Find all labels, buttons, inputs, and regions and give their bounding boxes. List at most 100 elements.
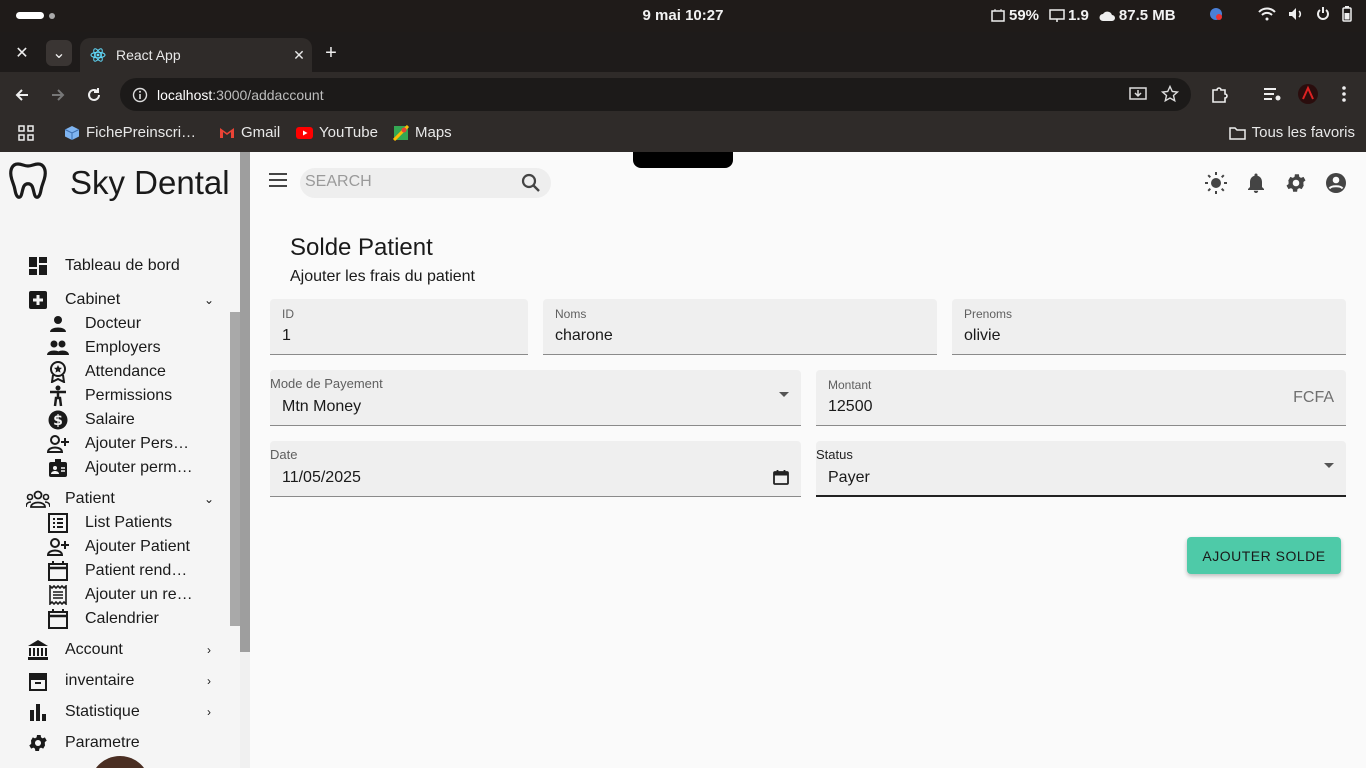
cube-icon <box>64 125 80 140</box>
sidebar-item-cabinet[interactable]: Cabinet ⌄ <box>26 288 236 312</box>
bookmark-gmail[interactable]: Gmail <box>219 124 280 141</box>
sidebar-item-salaire[interactable]: $ Salaire <box>46 408 196 432</box>
field-value: 1 <box>282 327 291 344</box>
id-badge-icon <box>46 456 70 480</box>
sidebar-item-label: Account <box>65 641 123 658</box>
menu-icon[interactable] <box>268 172 288 193</box>
site-info-icon[interactable] <box>132 87 148 103</box>
list-icon <box>46 511 70 535</box>
url-text[interactable]: localhost:3000/addaccount <box>157 87 324 103</box>
battery-icon[interactable] <box>1342 6 1352 22</box>
forward-icon[interactable] <box>45 82 71 108</box>
accessibility-icon <box>46 384 70 408</box>
cpu-value: 59% <box>1009 7 1040 24</box>
power-icon[interactable] <box>1316 6 1330 22</box>
sidebar-item-ajouter-personnel[interactable]: Ajouter Pers… <box>46 432 196 456</box>
field-value: Payer <box>828 469 870 486</box>
chevron-down-icon: ⌄ <box>203 492 215 506</box>
calendar-picker-icon[interactable] <box>773 469 789 485</box>
brand-name: Sky Dental <box>70 164 230 201</box>
sidebar-item-patient-rendez-vous[interactable]: Patient rend… <box>46 559 196 583</box>
os-status-bar: 9 mai 10:27 59% 1.9 87.5 MB <box>0 0 1366 32</box>
montant-field[interactable]: Montant 12500 FCFA <box>816 370 1346 426</box>
new-tab-icon[interactable]: + <box>318 40 344 66</box>
system-monitor[interactable]: 59% 1.9 87.5 MB <box>990 7 1176 24</box>
bar-chart-icon <box>26 700 50 724</box>
reload-icon[interactable] <box>81 82 107 108</box>
prenoms-field[interactable]: Prenoms olivie <box>952 299 1346 355</box>
media-control-icon[interactable] <box>1262 84 1282 104</box>
close-window-icon[interactable]: ✕ <box>9 40 35 66</box>
sidebar-item-label: Patient rend… <box>85 562 188 579</box>
volume-icon[interactable] <box>1288 7 1304 21</box>
extensions-icon[interactable] <box>1209 84 1229 104</box>
address-bar[interactable]: localhost:3000/addaccount <box>120 78 1191 111</box>
settings-icon[interactable] <box>1284 171 1308 195</box>
sidebar-item-patient[interactable]: Patient ⌄ <box>26 487 236 511</box>
sidebar-item-statistique[interactable]: Statistique › <box>26 700 236 724</box>
close-tab-icon[interactable]: ✕ <box>286 47 312 64</box>
svg-text:$: $ <box>53 413 63 429</box>
person-add-icon <box>46 535 70 559</box>
sidebar-item-employers[interactable]: Employers <box>46 336 196 360</box>
sidebar-item-label: Ajouter Pers… <box>85 435 190 452</box>
groups-icon <box>26 487 50 511</box>
browser-menu-icon[interactable] <box>1335 84 1353 104</box>
tab-react-app[interactable]: React App ✕ <box>80 38 312 72</box>
tab-search-icon[interactable]: ⌄ <box>46 40 72 66</box>
sidebar-item-account[interactable]: Account › <box>26 638 236 662</box>
url-path: :3000/addaccount <box>212 87 324 103</box>
search-input[interactable] <box>305 173 505 191</box>
chevron-right-icon: › <box>207 643 211 657</box>
bookmark-star-icon[interactable] <box>1161 85 1179 103</box>
install-app-icon[interactable] <box>1129 85 1147 103</box>
account-circle-icon[interactable] <box>1324 171 1348 195</box>
sidebar-item-permissions[interactable]: Permissions <box>46 384 196 408</box>
person-add-icon <box>46 432 70 456</box>
sidebar-item-label: Employers <box>85 339 161 356</box>
notification-app-icon[interactable] <box>1208 6 1224 22</box>
field-value: 12500 <box>828 398 873 415</box>
sidebar-item-docteur[interactable]: Docteur <box>46 312 196 336</box>
currency-suffix: FCFA <box>1293 389 1334 406</box>
sidebar-item-label: Parametre <box>65 734 140 751</box>
all-bookmarks[interactable]: Tous les favoris <box>1228 124 1355 141</box>
sidebar-item-list-patients[interactable]: List Patients <box>46 511 196 535</box>
sidebar: Sky Dental Tableau de bord Cabinet ⌄ Doc… <box>0 152 240 768</box>
mode-payement-select[interactable]: Mode de Payement Mtn Money <box>270 370 801 426</box>
dropdown-arrow-icon <box>1324 463 1334 468</box>
brand-logo[interactable] <box>8 160 48 200</box>
id-field[interactable]: ID 1 <box>270 299 528 355</box>
badge-icon <box>46 360 70 384</box>
status-select[interactable]: Status Payer <box>816 441 1346 497</box>
money-icon: $ <box>46 408 70 432</box>
bookmark-youtube[interactable]: YouTube <box>296 124 378 141</box>
sidebar-item-calendrier[interactable]: Calendrier <box>46 607 196 631</box>
user-avatar[interactable] <box>90 756 150 768</box>
chevron-right-icon: › <box>207 705 211 719</box>
ajouter-solde-button[interactable]: AJOUTER SOLDE <box>1187 537 1341 574</box>
wifi-icon[interactable] <box>1258 7 1276 21</box>
sidebar-scrollbar-thumb[interactable] <box>230 312 240 626</box>
search-icon[interactable] <box>521 173 541 193</box>
profile-avatar[interactable] <box>1297 83 1319 105</box>
bookmark-fiche[interactable]: FichePreinscri… <box>64 124 196 141</box>
sidebar-item-parametre[interactable]: Parametre <box>26 731 236 755</box>
sidebar-item-dashboard[interactable]: Tableau de bord <box>26 254 236 278</box>
main-scrollbar-thumb[interactable] <box>240 152 250 652</box>
sidebar-item-ajouter-patient[interactable]: Ajouter Patient <box>46 535 196 559</box>
light-mode-icon[interactable] <box>1204 171 1228 195</box>
apps-grid-icon[interactable] <box>18 125 34 141</box>
archive-icon <box>26 669 50 693</box>
date-field[interactable]: Date 11/05/2025 <box>270 441 801 497</box>
bookmark-label: Maps <box>415 124 452 141</box>
sidebar-item-ajouter-rendez-vous[interactable]: Ajouter un re… <box>46 583 196 607</box>
bookmark-maps[interactable]: Maps <box>393 124 452 141</box>
gear-icon <box>26 731 50 755</box>
sidebar-item-inventaire[interactable]: inventaire › <box>26 669 236 693</box>
sidebar-item-ajouter-permission[interactable]: Ajouter perm… <box>46 456 196 480</box>
notifications-icon[interactable] <box>1244 171 1268 195</box>
sidebar-item-attendance[interactable]: Attendance <box>46 360 196 384</box>
noms-field[interactable]: Noms charone <box>543 299 937 355</box>
back-icon[interactable] <box>9 82 35 108</box>
